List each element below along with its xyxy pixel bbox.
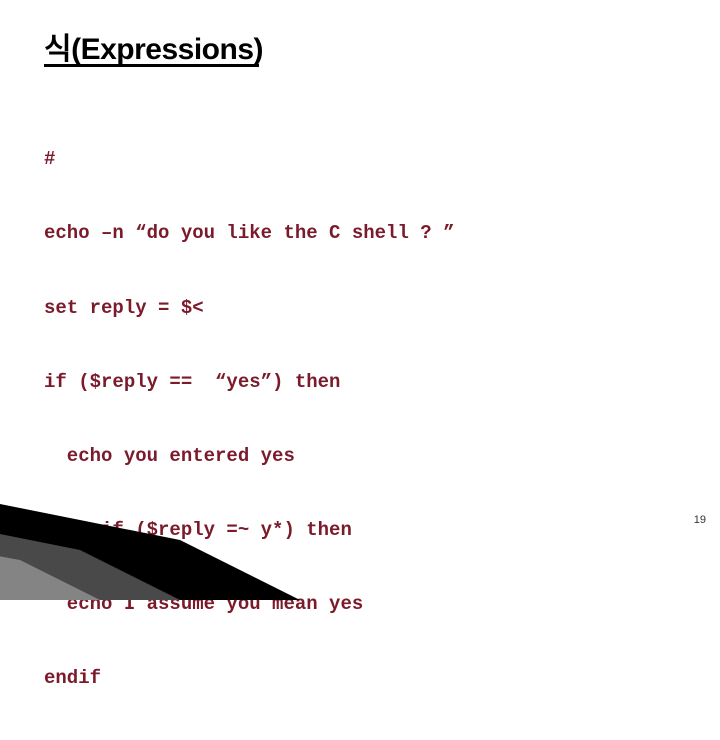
slide: 식(Expressions) # echo –n “do you like th… bbox=[0, 0, 720, 540]
title-underline bbox=[44, 64, 259, 67]
code-line: if ($reply == “yes”) then bbox=[44, 370, 454, 395]
code-line: # bbox=[44, 147, 454, 172]
code-line: set reply = $< bbox=[44, 296, 454, 321]
code-line: endif bbox=[44, 666, 454, 691]
page-number: 19 bbox=[694, 514, 706, 526]
slide-title: 식(Expressions) bbox=[44, 24, 263, 68]
code-line: else if ($reply =~ y*) then bbox=[44, 518, 454, 543]
code-line: echo –n “do you like the C shell ? ” bbox=[44, 221, 454, 246]
code-line: echo you entered yes bbox=[44, 444, 454, 469]
code-line: echo I assume you mean yes bbox=[44, 592, 454, 617]
code-block: # echo –n “do you like the C shell ? ” s… bbox=[44, 98, 454, 740]
